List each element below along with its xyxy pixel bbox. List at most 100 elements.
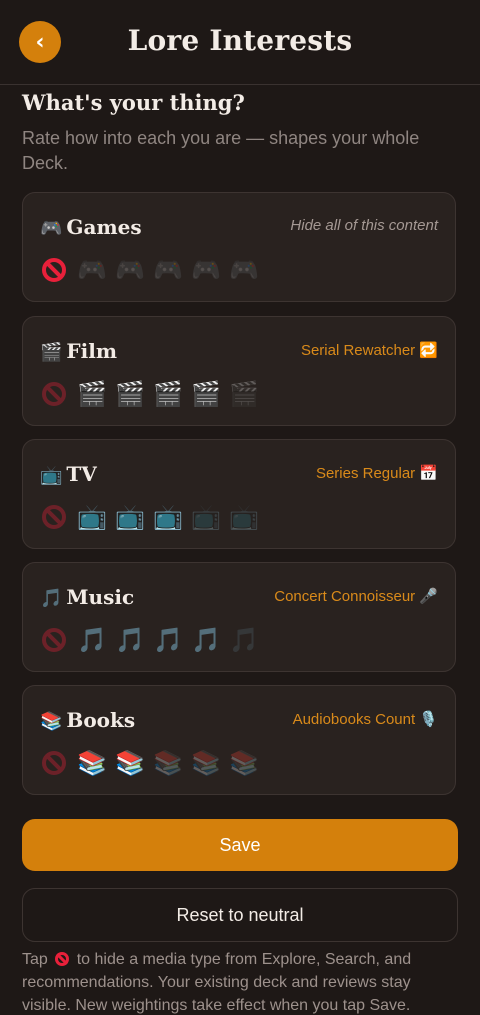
books-rating-icon: 📚 <box>153 749 183 777</box>
hide-icon <box>42 628 66 652</box>
category-label-text: Games <box>66 215 142 239</box>
app-header: ‹ Lore Interests <box>0 0 480 85</box>
category-status: Hide all of this content <box>290 217 438 234</box>
rating-level-2[interactable]: 🎵 <box>114 624 146 656</box>
rating-level-1[interactable]: 🎬 <box>76 378 108 410</box>
music-icon: 🎵 <box>40 588 63 609</box>
rating-level-5[interactable]: 📚 <box>228 747 260 779</box>
rating-level-3[interactable]: 🎮 <box>152 254 184 286</box>
rating-control: 🎬 🎬 🎬 🎬 🎬 <box>38 377 266 411</box>
category-label-text: Books <box>66 708 136 732</box>
rating-level-3[interactable]: 🎬 <box>152 378 184 410</box>
rating-level-1[interactable]: 📚 <box>76 747 108 779</box>
hide-toggle[interactable] <box>38 378 70 410</box>
tv-icon: 📺 <box>40 465 63 486</box>
hide-icon <box>42 751 66 775</box>
rating-level-5[interactable]: 📺 <box>228 501 260 533</box>
hide-icon <box>42 382 66 406</box>
category-label-text: TV <box>66 462 97 486</box>
hide-icon <box>55 952 70 966</box>
rating-level-4[interactable]: 🎬 <box>190 378 222 410</box>
category-label: 🎵 Music <box>40 585 134 609</box>
music-rating-icon: 🎵 <box>229 626 259 654</box>
rating-level-3[interactable]: 📚 <box>152 747 184 779</box>
rating-control: 📚 📚 📚 📚 📚 <box>38 746 266 780</box>
rating-level-2[interactable]: 🎮 <box>114 254 146 286</box>
film-icon: 🎬 <box>40 342 63 363</box>
books-rating-icon: 📚 <box>229 749 259 777</box>
category-card-film: 🎬 Film Serial Rewatcher 🔁 🎬 🎬 🎬 🎬 🎬 <box>22 316 456 426</box>
music-rating-icon: 🎵 <box>153 626 183 654</box>
rating-control: 📺 📺 📺 📺 📺 <box>38 500 266 534</box>
games-rating-icon: 🎮 <box>229 256 259 284</box>
rating-level-2[interactable]: 📺 <box>114 501 146 533</box>
books-icon: 📚 <box>40 711 63 732</box>
rating-level-1[interactable]: 🎵 <box>76 624 108 656</box>
rating-level-4[interactable]: 🎵 <box>190 624 222 656</box>
section-subtitle: Rate how into each you are — shapes your… <box>22 128 420 173</box>
rating-level-4[interactable]: 📺 <box>190 501 222 533</box>
rating-level-5[interactable]: 🎵 <box>228 624 260 656</box>
category-label-text: Film <box>66 339 117 363</box>
category-status: Serial Rewatcher 🔁 <box>300 342 438 359</box>
tv-rating-icon: 📺 <box>191 503 221 531</box>
hide-toggle[interactable] <box>38 501 70 533</box>
books-rating-icon: 📚 <box>115 749 145 777</box>
rating-level-1[interactable]: 🎮 <box>76 254 108 286</box>
rating-level-3[interactable]: 🎵 <box>152 624 184 656</box>
category-card-games: 🎮 Games Hide all of this content 🎮 🎮 🎮 🎮 🎮 <box>22 192 456 302</box>
category-status: Audiobooks Count 🎙️ <box>292 711 438 728</box>
tv-rating-icon: 📺 <box>153 503 183 531</box>
music-rating-icon: 🎵 <box>77 626 107 654</box>
games-rating-icon: 🎮 <box>153 256 183 284</box>
rating-control: 🎵 🎵 🎵 🎵 🎵 <box>38 623 266 657</box>
footer-note: Tap to hide a media type from Explore, S… <box>22 948 458 1015</box>
footer-note-suffix: to hide a media type from Explore, Searc… <box>22 951 412 1014</box>
film-rating-icon: 🎬 <box>77 380 107 408</box>
section-title: What's your thing? <box>22 90 245 115</box>
rating-level-5[interactable]: 🎬 <box>228 378 260 410</box>
music-rating-icon: 🎵 <box>115 626 145 654</box>
save-button[interactable]: Save <box>22 819 458 871</box>
rating-level-3[interactable]: 📺 <box>152 501 184 533</box>
books-rating-icon: 📚 <box>77 749 107 777</box>
hide-toggle[interactable] <box>38 747 70 779</box>
rating-level-5[interactable]: 🎮 <box>228 254 260 286</box>
film-rating-icon: 🎬 <box>115 380 145 408</box>
tv-rating-icon: 📺 <box>115 503 145 531</box>
rating-control: 🎮 🎮 🎮 🎮 🎮 <box>38 253 266 287</box>
hide-toggle[interactable] <box>38 624 70 656</box>
books-rating-icon: 📚 <box>191 749 221 777</box>
film-rating-icon: 🎬 <box>191 380 221 408</box>
rating-level-1[interactable]: 📺 <box>76 501 108 533</box>
games-rating-icon: 🎮 <box>191 256 221 284</box>
hide-icon <box>42 258 66 282</box>
category-label-text: Music <box>66 585 135 609</box>
category-card-tv: 📺 TV Series Regular 📅 📺 📺 📺 📺 📺 <box>22 439 456 549</box>
rating-level-4[interactable]: 📚 <box>190 747 222 779</box>
tv-rating-icon: 📺 <box>229 503 259 531</box>
category-label: 🎮 Games <box>40 215 142 239</box>
games-rating-icon: 🎮 <box>77 256 107 284</box>
category-label: 🎬 Film <box>40 339 117 363</box>
category-status: Series Regular 📅 <box>315 465 438 482</box>
film-rating-icon: 🎬 <box>153 380 183 408</box>
games-icon: 🎮 <box>40 218 63 239</box>
rating-level-4[interactable]: 🎮 <box>190 254 222 286</box>
tv-rating-icon: 📺 <box>77 503 107 531</box>
category-card-books: 📚 Books Audiobooks Count 🎙️ 📚 📚 📚 📚 📚 <box>22 685 456 795</box>
page-title: Lore Interests <box>127 24 353 57</box>
lore-interests-screen: ‹ Lore Interests What's your thing? Rate… <box>0 0 480 1015</box>
hide-toggle[interactable] <box>38 254 70 286</box>
footer-note-prefix: Tap <box>22 951 48 968</box>
category-label: 📚 Books <box>40 708 135 732</box>
music-rating-icon: 🎵 <box>191 626 221 654</box>
hide-icon <box>42 505 66 529</box>
rating-level-2[interactable]: 📚 <box>114 747 146 779</box>
category-status: Concert Connoisseur 🎤 <box>274 588 438 605</box>
games-rating-icon: 🎮 <box>115 256 145 284</box>
film-rating-icon: 🎬 <box>229 380 259 408</box>
rating-level-2[interactable]: 🎬 <box>114 378 146 410</box>
reset-button[interactable]: Reset to neutral <box>22 888 458 942</box>
category-card-music: 🎵 Music Concert Connoisseur 🎤 🎵 🎵 🎵 🎵 🎵 <box>22 562 456 672</box>
